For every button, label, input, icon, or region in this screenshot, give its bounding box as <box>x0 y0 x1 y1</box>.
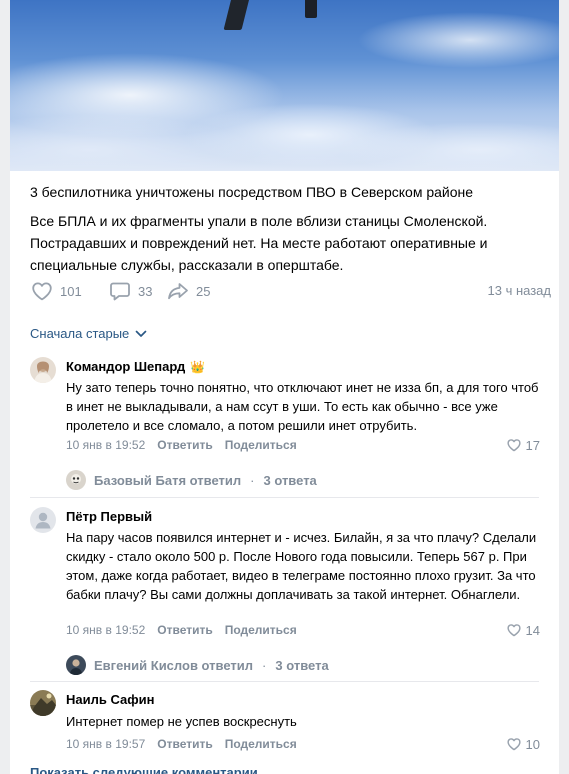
drone-fragment-right <box>305 0 317 18</box>
separator-dot: · <box>250 472 255 488</box>
avatar <box>66 655 86 675</box>
thread-count: 3 ответа <box>263 472 317 488</box>
comment-author[interactable]: Командор Шепард 👑 <box>66 359 205 374</box>
author-name: Наиль Сафин <box>66 692 155 707</box>
post-title: 3 беспилотника уничтожены посредством ПВ… <box>30 184 474 200</box>
post-time[interactable]: 13 ч назад <box>488 283 552 298</box>
comment-like-button[interactable]: 17 <box>506 437 540 453</box>
author-name: Пётр Первый <box>66 509 153 524</box>
comment-text: Ну зато теперь точно понятно, что отключ… <box>66 380 539 433</box>
replies-thread[interactable]: Базовый Батя ответил · 3 ответа <box>66 470 317 490</box>
comment-like-button[interactable]: 14 <box>506 622 540 638</box>
reply-button[interactable]: Ответить <box>157 438 212 452</box>
heart-icon <box>32 282 52 301</box>
reply-button[interactable]: Ответить <box>157 737 212 751</box>
thread-replier: Евгений Кислов ответил <box>94 657 254 673</box>
like-button[interactable]: 101 <box>30 279 82 303</box>
shares-count: 25 <box>196 283 211 299</box>
share-comment-button[interactable]: Поделиться <box>225 438 297 452</box>
replies-thread[interactable]: Евгений Кислов ответил · 3 ответа <box>66 655 329 675</box>
comment-likes-count: 10 <box>525 736 540 752</box>
sort-dropdown[interactable]: Сначала старые <box>30 326 147 341</box>
chevron-down-icon <box>135 330 147 337</box>
comment-like-button[interactable]: 10 <box>506 736 540 752</box>
show-more-comments-link[interactable]: Показать следующие комментарии <box>30 765 258 774</box>
avatar[interactable] <box>30 357 56 383</box>
separator-dot: · <box>262 657 267 673</box>
heart-icon <box>506 624 521 637</box>
post-photo[interactable] <box>10 0 559 171</box>
thread-replier: Базовый Батя ответил <box>94 472 242 488</box>
share-comment-button[interactable]: Поделиться <box>225 623 297 637</box>
comment-meta: 10 янв в 19:52 Ответить Поделиться <box>66 623 297 637</box>
divider <box>30 681 539 682</box>
comment-likes-count: 17 <box>525 437 540 453</box>
comment-button[interactable]: 33 <box>108 279 152 303</box>
post-card: 3 беспилотника уничтожены посредством ПВ… <box>10 0 559 774</box>
crown-icon: 👑 <box>190 359 206 374</box>
comment-likes-count: 14 <box>525 622 540 638</box>
thread-count: 3 ответа <box>275 657 329 673</box>
comment-author[interactable]: Наиль Сафин <box>66 692 154 707</box>
heart-icon <box>506 738 521 751</box>
post-body: Все БПЛА и их фрагменты упали в поле вбл… <box>30 213 488 273</box>
likes-count: 101 <box>60 283 82 299</box>
author-name: Командор Шепард <box>66 359 186 374</box>
avatar[interactable] <box>30 690 56 716</box>
comment-date[interactable]: 10 янв в 19:52 <box>66 623 145 637</box>
post-actions: 101 33 25 13 ч назад <box>30 279 551 303</box>
comment-date[interactable]: 10 янв в 19:57 <box>66 737 145 751</box>
comment-text: На пару часов появился интернет и - исче… <box>66 530 537 602</box>
share-button[interactable]: 25 <box>166 279 210 303</box>
reply-button[interactable]: Ответить <box>157 623 212 637</box>
drone-fragment-left <box>223 0 251 30</box>
comments-count: 33 <box>138 283 153 299</box>
avatar <box>66 470 86 490</box>
sort-label: Сначала старые <box>30 326 130 341</box>
comment-meta: 10 янв в 19:57 Ответить Поделиться <box>66 737 297 751</box>
comment-author[interactable]: Пётр Первый <box>66 509 152 524</box>
avatar[interactable] <box>30 507 56 533</box>
comment-meta: 10 янв в 19:52 Ответить Поделиться <box>66 438 297 452</box>
divider <box>30 497 539 498</box>
heart-icon <box>506 439 521 452</box>
share-comment-button[interactable]: Поделиться <box>225 737 297 751</box>
share-icon <box>168 283 188 300</box>
comment-text: Интернет помер не успев воскреснуть <box>66 714 297 729</box>
comment-date[interactable]: 10 янв в 19:52 <box>66 438 145 452</box>
comment-icon <box>110 282 130 301</box>
